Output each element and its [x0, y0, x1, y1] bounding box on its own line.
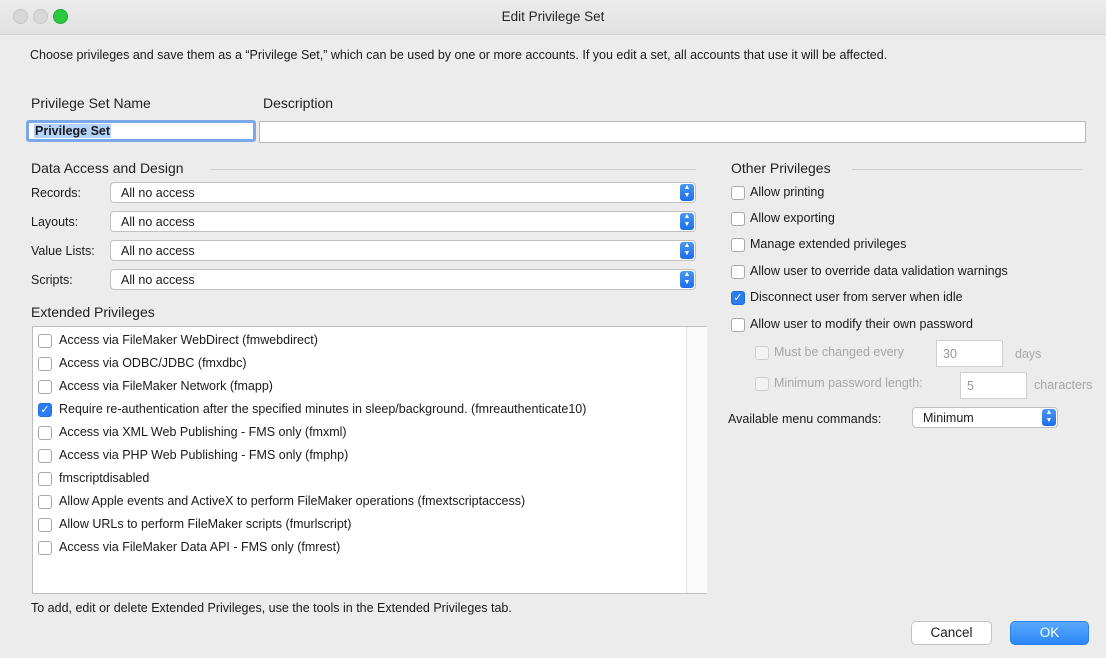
window-title: Edit Privilege Set [501, 9, 605, 24]
scripts-value: All no access [121, 273, 195, 287]
extended-item-label: Access via FileMaker Network (fmapp) [59, 379, 273, 393]
data-access-divider [210, 169, 696, 170]
other-privileges-divider [852, 169, 1082, 170]
allow-printing-label: Allow printing [750, 185, 825, 199]
allow-exporting-checkbox[interactable] [731, 212, 745, 226]
extended-item-label: Require re-authentication after the spec… [59, 402, 587, 416]
extended-item-label: Access via XML Web Publishing - FMS only… [59, 425, 347, 439]
extended-item-label: Access via ODBC/JDBC (fmxdbc) [59, 356, 247, 370]
cancel-button[interactable]: Cancel [911, 621, 992, 645]
scripts-label: Scripts: [31, 273, 73, 287]
min-length-label: Minimum password length: [774, 376, 923, 390]
value-lists-label: Value Lists: [31, 244, 95, 258]
privilege-set-name-value: Privilege Set [34, 124, 112, 138]
list-scrollbar[interactable] [686, 327, 707, 593]
override-validation-label: Allow user to override data validation w… [750, 264, 1008, 278]
layouts-value: All no access [121, 215, 195, 229]
menu-commands-value: Minimum [923, 411, 974, 425]
layouts-label: Layouts: [31, 215, 79, 229]
value-lists-select[interactable]: All no access ▲ ▼ [110, 240, 696, 261]
menu-commands-select[interactable]: Minimum ▲ ▼ [912, 407, 1058, 428]
updown-arrows-icon: ▲ ▼ [680, 242, 694, 259]
extended-privileges-heading: Extended Privileges [31, 304, 155, 320]
extended-item-checkbox[interactable] [38, 426, 52, 440]
override-validation-checkbox[interactable] [731, 265, 745, 279]
description-label: Description [263, 95, 334, 111]
value-lists-value: All no access [121, 244, 195, 258]
min-length-checkbox[interactable] [755, 377, 769, 391]
intro-text: Choose privileges and save them as a “Pr… [30, 48, 888, 62]
extended-item-label: Allow Apple events and ActiveX to perfor… [59, 494, 526, 508]
menu-commands-label: Available menu commands: [728, 412, 882, 426]
layouts-select[interactable]: All no access ▲ ▼ [110, 211, 696, 232]
must-change-checkbox[interactable] [755, 346, 769, 360]
characters-unit-label: characters [1034, 378, 1093, 392]
modify-password-label: Allow user to modify their own password [750, 317, 974, 331]
privilege-set-name-label: Privilege Set Name [31, 95, 151, 111]
ok-button[interactable]: OK [1010, 621, 1089, 645]
extended-item-checkbox-checked[interactable]: ✓ [38, 403, 52, 417]
days-unit-label: days [1015, 347, 1042, 361]
disconnect-idle-label: Disconnect user from server when idle [750, 290, 963, 304]
must-change-label: Must be changed every [774, 345, 904, 359]
manage-extended-checkbox[interactable] [731, 238, 745, 252]
extended-item-checkbox[interactable] [38, 334, 52, 348]
min-length-field[interactable]: 5 [960, 372, 1027, 399]
extended-item-checkbox[interactable] [38, 495, 52, 509]
other-privileges-heading: Other Privileges [731, 160, 831, 176]
extended-item-checkbox[interactable] [38, 541, 52, 555]
extended-item-label: Allow URLs to perform FileMaker scripts … [59, 517, 352, 531]
modify-password-checkbox[interactable] [731, 318, 745, 332]
privilege-set-name-field[interactable]: Privilege Set [26, 120, 256, 142]
extended-item-label: Access via PHP Web Publishing - FMS only… [59, 448, 349, 462]
data-access-heading: Data Access and Design [31, 160, 184, 176]
extended-item-checkbox[interactable] [38, 472, 52, 486]
updown-arrows-icon: ▲ ▼ [680, 184, 694, 201]
allow-printing-checkbox[interactable] [731, 186, 745, 200]
extended-item-checkbox[interactable] [38, 449, 52, 463]
extended-item-checkbox[interactable] [38, 357, 52, 371]
updown-arrows-icon: ▲ ▼ [680, 271, 694, 288]
extended-item-checkbox[interactable] [38, 518, 52, 532]
disconnect-idle-checkbox[interactable]: ✓ [731, 291, 745, 305]
scripts-select[interactable]: All no access ▲ ▼ [110, 269, 696, 290]
updown-arrows-icon: ▲ ▼ [680, 213, 694, 230]
extended-item-label: fmscriptdisabled [59, 471, 150, 485]
records-select[interactable]: All no access ▲ ▼ [110, 182, 696, 203]
must-change-days-field[interactable]: 30 [936, 340, 1003, 367]
extended-privileges-footer: To add, edit or delete Extended Privileg… [31, 601, 512, 615]
allow-exporting-label: Allow exporting [750, 211, 835, 225]
extended-item-checkbox[interactable] [38, 380, 52, 394]
description-field[interactable] [259, 121, 1086, 143]
manage-extended-label: Manage extended privileges [750, 237, 907, 251]
records-label: Records: [31, 186, 82, 200]
records-value: All no access [121, 186, 195, 200]
updown-arrows-icon: ▲ ▼ [1042, 409, 1056, 426]
extended-item-label: Access via FileMaker WebDirect (fmwebdir… [59, 333, 318, 347]
extended-item-label: Access via FileMaker Data API - FMS only… [59, 540, 341, 554]
